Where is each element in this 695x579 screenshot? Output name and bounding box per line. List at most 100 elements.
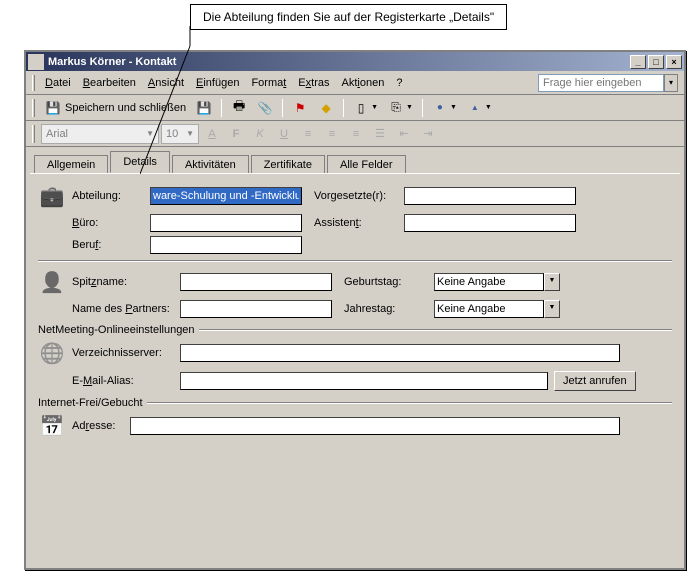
prev-button[interactable]: ▼ <box>428 97 461 119</box>
callout-text: Die Abteilung finden Sie auf der Registe… <box>190 4 507 30</box>
importance-button[interactable] <box>314 97 338 119</box>
minimize-button[interactable]: _ <box>630 55 646 69</box>
freebusy-group: Internet-Frei/Gebucht Adresse: <box>38 397 672 440</box>
address-input[interactable] <box>130 417 620 435</box>
book-icon <box>353 100 369 116</box>
help-search-dropdown[interactable]: ▾ <box>664 74 678 92</box>
link-icon <box>388 100 404 116</box>
assistant-label: Assistent: <box>314 217 404 229</box>
bold-button: F <box>225 124 247 144</box>
tabstrip: Allgemein Details Aktivitäten Zertifikat… <box>26 149 684 173</box>
nickname-input[interactable] <box>180 273 332 291</box>
separator <box>282 99 283 117</box>
indent-button: ⇥ <box>417 124 439 144</box>
callnow-button[interactable]: Jetzt anrufen <box>554 371 636 391</box>
job-label: Beruf: <box>70 239 150 251</box>
callout: Die Abteilung finden Sie auf der Registe… <box>190 4 507 30</box>
birthday-label: Geburtstag: <box>344 276 434 288</box>
job-input[interactable] <box>150 236 302 254</box>
partner-label: Name des Partners: <box>70 303 180 315</box>
arrow-up-icon <box>467 100 483 116</box>
addressbook-button[interactable]: ▼ <box>349 97 382 119</box>
menu-extras[interactable]: Extras <box>292 75 335 91</box>
maximize-button[interactable]: □ <box>648 55 664 69</box>
separator <box>422 99 423 117</box>
globe-icon <box>38 339 66 367</box>
menu-edit[interactable]: Bearbeiten <box>77 75 142 91</box>
help-search-input[interactable] <box>538 74 664 92</box>
print-button[interactable] <box>227 97 251 119</box>
office-input[interactable] <box>150 214 302 232</box>
department-input[interactable] <box>150 187 302 205</box>
tab-certificates[interactable]: Zertifikate <box>251 155 325 174</box>
freebusy-group-title: Internet-Frei/Gebucht <box>38 397 147 409</box>
separator <box>221 99 222 117</box>
menu-actions[interactable]: Aktionen <box>335 75 390 91</box>
partner-input[interactable] <box>180 300 332 318</box>
office-label: Büro: <box>70 217 150 229</box>
toolbar-handle[interactable] <box>32 99 35 117</box>
menu-format[interactable]: Format <box>245 75 292 91</box>
address-label: Adresse: <box>70 420 130 432</box>
anniversary-label: Jahrestag: <box>344 303 434 315</box>
birthday-combo[interactable] <box>434 273 544 291</box>
assistant-input[interactable] <box>404 214 576 232</box>
close-button[interactable]: × <box>666 55 682 69</box>
titlebar[interactable]: Markus Körner - Kontakt _ □ × <box>26 52 684 71</box>
app-icon <box>28 54 44 70</box>
save-icon <box>45 100 61 116</box>
flag-icon <box>292 100 308 116</box>
callout-pointer <box>140 26 200 176</box>
italic-button: K <box>249 124 271 144</box>
netmeeting-group-title: NetMeeting-Onlineeinstellungen <box>38 324 199 336</box>
department-label: Abteilung: <box>70 190 150 202</box>
birthday-dropdown-button[interactable]: ▼ <box>544 273 560 291</box>
nickname-label: Spitzname: <box>70 276 180 288</box>
flag-button[interactable] <box>288 97 312 119</box>
briefcase-icon <box>38 182 66 210</box>
outdent-button: ⇤ <box>393 124 415 144</box>
dirserver-input[interactable] <box>180 344 620 362</box>
print-icon <box>231 100 247 116</box>
separator <box>343 99 344 117</box>
menu-file[interactable]: Datei <box>39 75 77 91</box>
chevron-down-icon: ▼ <box>406 104 413 111</box>
link-button[interactable]: ▼ <box>384 97 417 119</box>
anniversary-dropdown-button[interactable]: ▼ <box>544 300 560 318</box>
chevron-down-icon: ▼ <box>450 104 457 111</box>
emailalias-input[interactable] <box>180 372 548 390</box>
anniversary-combo[interactable] <box>434 300 544 318</box>
list-button: ☰ <box>369 124 391 144</box>
person-icon <box>38 268 66 296</box>
contact-window: Markus Körner - Kontakt _ □ × Datei Bear… <box>24 50 686 570</box>
menubar-handle[interactable] <box>32 75 35 91</box>
dot-icon <box>432 100 448 116</box>
attach-button[interactable] <box>253 97 277 119</box>
underline-button: U <box>273 124 295 144</box>
tab-general[interactable]: Allgemein <box>34 155 108 174</box>
fontcolor-button: A <box>201 124 223 144</box>
align-right-button: ≡ <box>345 124 367 144</box>
calendar-icon <box>38 412 66 440</box>
align-center-button: ≡ <box>321 124 343 144</box>
chevron-down-icon: ▼ <box>371 104 378 111</box>
menubar: Datei Bearbeiten Ansicht Einfügen Format… <box>26 71 684 95</box>
tab-allfields[interactable]: Alle Felder <box>327 155 406 174</box>
menu-help[interactable]: ? <box>390 75 408 91</box>
diamond-icon <box>318 100 334 116</box>
chevron-down-icon: ▼ <box>485 104 492 111</box>
next-button[interactable]: ▼ <box>463 97 496 119</box>
attach-icon <box>257 100 273 116</box>
emailalias-label: E-Mail-Alias: <box>70 375 180 387</box>
manager-input[interactable] <box>404 187 576 205</box>
netmeeting-group: NetMeeting-Onlineeinstellungen Verzeichn… <box>38 324 672 391</box>
format-toolbar: Arial▼ 10▼ A F K U ≡ ≡ ≡ ☰ ⇤ ⇥ <box>26 121 684 147</box>
separator <box>38 260 672 262</box>
align-left-button: ≡ <box>297 124 319 144</box>
toolbar-handle[interactable] <box>32 125 35 143</box>
manager-label: Vorgesetzte(r): <box>314 190 404 202</box>
window-title: Markus Körner - Kontakt <box>48 56 630 68</box>
dirserver-label: Verzeichnisserver: <box>70 347 180 359</box>
main-toolbar: Speichern und schließen ▼ ▼ ▼ ▼ <box>26 95 684 121</box>
tab-content: Abteilung: Vorgesetzte(r): Büro: Assiste… <box>30 173 680 561</box>
